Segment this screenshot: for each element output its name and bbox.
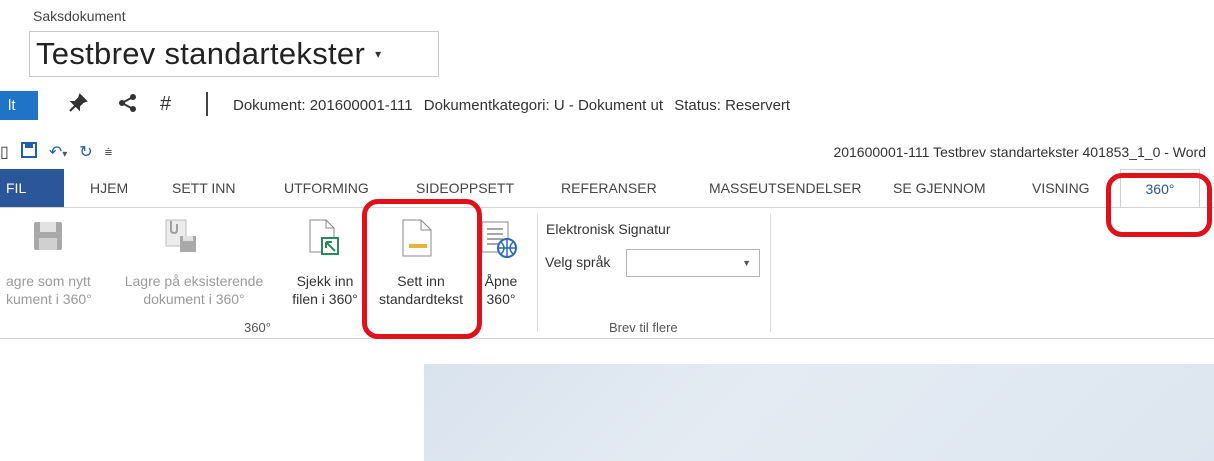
highlight-360-tab — [1106, 173, 1212, 237]
electronic-signature-label: Elektronisk Signatur — [546, 221, 671, 237]
redo-icon[interactable]: ↻ — [79, 142, 92, 162]
save-existing-icon — [165, 219, 196, 252]
tab-references[interactable]: REFERANSER — [561, 169, 657, 207]
open-360-label-2: 360° — [486, 291, 516, 307]
tab-mailings[interactable]: MASSEUTSENDELSER — [709, 169, 861, 207]
group-divider — [770, 214, 771, 332]
document-number: Dokument: 201600001-111 — [233, 97, 413, 114]
open-360-label-1: Åpne — [484, 273, 518, 289]
document-status: Status: Reservert — [674, 97, 791, 114]
share-icon[interactable] — [118, 93, 138, 119]
language-label: Velg språk — [545, 254, 611, 270]
quick-access-toolbar: ▯ ↶▾ ↻ ⩧ — [0, 141, 124, 163]
save-as-new-label-1: agre som nytt — [6, 273, 91, 289]
document-info: Dokument: 201600001-111 Dokumentkategori… — [233, 97, 797, 114]
open-360-icon — [481, 221, 517, 258]
save-icon[interactable] — [20, 141, 37, 163]
group-label-360: 360° — [244, 320, 271, 335]
save-on-existing-label-1: Lagre på eksisterende — [124, 273, 264, 289]
document-page[interactable] — [424, 364, 1214, 461]
highlight-insert-standard-text — [362, 199, 482, 339]
hash-icon[interactable]: # — [160, 93, 171, 116]
window-title: 201600001-111 Testbrev standartekster 40… — [833, 144, 1206, 160]
tab-review[interactable]: SE GJENNOM — [893, 169, 986, 207]
language-select[interactable]: ▼ — [626, 249, 760, 277]
group-divider — [537, 214, 538, 332]
document-title-dropdown[interactable]: Testbrev standartekster ▾ — [29, 31, 439, 77]
save-on-existing-label-2: dokument i 360° — [143, 291, 245, 307]
undo-icon[interactable]: ↶▾ — [49, 142, 67, 162]
open-360-button[interactable]: Åpne 360° — [478, 272, 524, 308]
tab-home[interactable]: HJEM — [90, 169, 128, 207]
check-in-label-2: filen i 360° — [292, 291, 358, 307]
tab-design[interactable]: UTFORMING — [284, 169, 369, 207]
customize-toolbar-icon[interactable]: ⩧ — [105, 144, 113, 160]
toolbar-divider — [206, 92, 208, 116]
pin-icon[interactable] — [68, 93, 88, 119]
check-in-button[interactable]: Sjekk inn filen i 360° — [285, 272, 365, 308]
edit-tab[interactable]: lt — [0, 91, 38, 120]
check-in-label-1: Sjekk inn — [296, 273, 354, 289]
document-title: Testbrev standartekster — [36, 36, 366, 71]
chevron-down-icon: ▼ — [742, 258, 751, 268]
tab-view[interactable]: VISNING — [1032, 169, 1090, 207]
tab-file[interactable]: FIL — [0, 169, 64, 207]
group-label-letters: Brev til flere — [609, 320, 678, 335]
save-on-existing-button[interactable]: Lagre på eksisterende dokument i 360° — [118, 272, 270, 308]
save-as-new-label-2: kument i 360° — [6, 291, 92, 307]
word-doc-icon: ▯ — [0, 144, 9, 161]
document-category: Dokumentkategori: U - Dokument ut — [423, 97, 664, 114]
chevron-down-icon: ▾ — [375, 47, 382, 61]
save-as-new-button[interactable]: agre som nytt kument i 360° — [6, 272, 112, 308]
save-disk-icon — [34, 222, 62, 250]
tab-insert[interactable]: SETT INN — [172, 169, 236, 207]
case-document-label: Saksdokument — [33, 8, 126, 24]
ribbon-tabs: FIL HJEM SETT INN UTFORMING SIDEOPPSETT … — [0, 169, 1214, 209]
check-in-icon — [309, 219, 339, 255]
